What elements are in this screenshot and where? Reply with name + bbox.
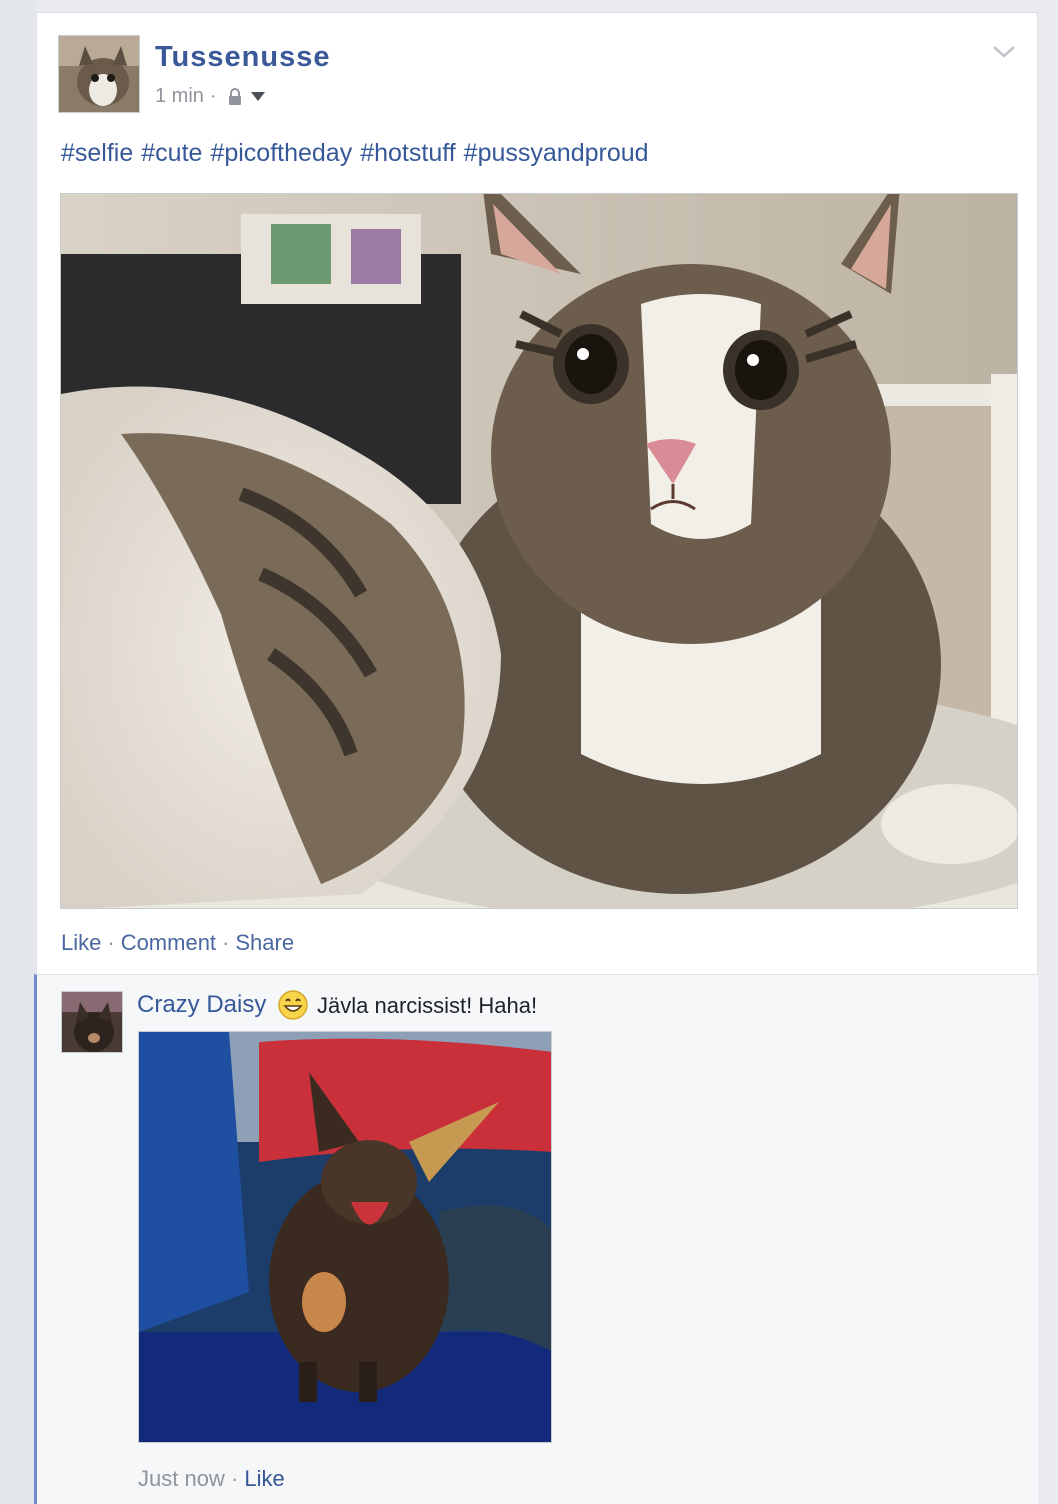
lock-icon [227,87,243,106]
comment-section: Crazy Daisy Jävla narcissist! Haha! Just… [34,974,1038,1504]
feed-post: Tussenusse 1 min · #selfie #cute #picofthe… [36,12,1038,974]
post-timestamp[interactable]: 1 min [155,85,204,108]
comment-timestamp[interactable]: Just now [138,1466,225,1491]
comment-like-link[interactable]: Like [244,1466,284,1491]
action-separator: · [107,930,115,955]
author-avatar[interactable] [58,35,140,113]
hashtag-link[interactable]: #selfie [61,139,133,167]
post-actions: Like · Comment · Share [61,930,294,956]
hashtag-link[interactable]: #cute [141,139,202,167]
hashtag-link[interactable]: #picoftheday [210,139,352,167]
meta-separator: · [209,85,217,107]
action-separator: · [222,930,230,955]
share-link[interactable]: Share [235,930,294,955]
post-caption: #selfie #cute #picoftheday #hotstuff #pussya… [61,139,657,168]
caret-down-icon[interactable] [250,91,265,102]
comment-link[interactable]: Comment [121,930,216,955]
chevron-down-icon[interactable] [991,43,1017,61]
post-meta: 1 min · [155,85,265,108]
hashtag-link[interactable]: #hotstuff [360,139,455,167]
commenter-avatar[interactable] [61,991,123,1053]
comment-author-name[interactable]: Crazy Daisy [137,991,266,1019]
comment-meta-separator: · [230,1466,239,1491]
comment-meta: Just now · Like [138,1466,285,1492]
hashtag-link[interactable]: #pussyandproud [464,139,649,167]
comment-text: Jävla narcissist! Haha! [317,993,538,1018]
grinning-face-icon [277,989,309,1021]
page-left-margin [0,0,36,1504]
comment-photo[interactable] [138,1031,552,1443]
like-link[interactable]: Like [61,930,101,955]
post-photo[interactable] [60,193,1018,909]
post-author-name[interactable]: Tussenusse [155,41,330,74]
